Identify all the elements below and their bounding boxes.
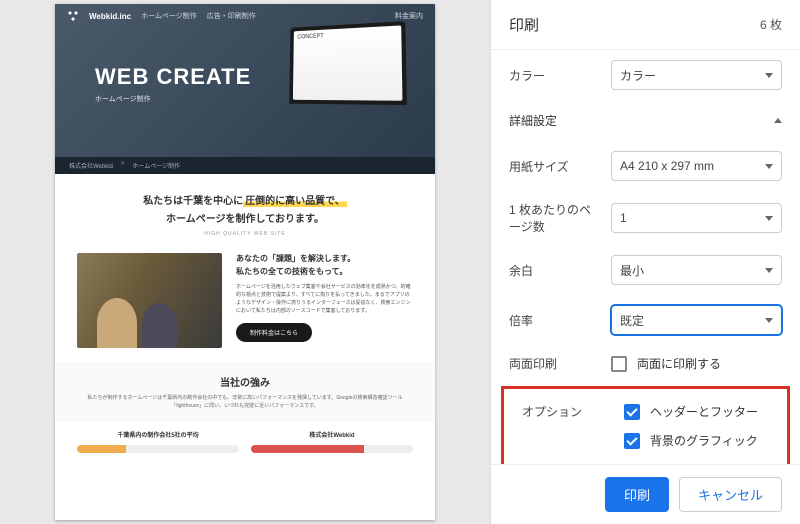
hero-subtitle: ホームページ制作 [95, 94, 251, 104]
select-margin[interactable]: 最小 [611, 255, 782, 285]
checkbox-background-graphics[interactable] [624, 433, 640, 449]
cta-button: 制作料金はこちら [236, 323, 312, 342]
hero-laptop-image: CONCEPT [289, 21, 407, 105]
select-pps[interactable]: 1 [611, 203, 782, 233]
page-count: 6 枚 [760, 16, 782, 33]
feature-section: あなたの「課題」を解決します。 私たちの全ての技術をもって。 ホームページを活用… [55, 247, 435, 362]
compare-bar-b [251, 445, 413, 453]
intro-section: 私たちは千葉を中心に圧倒的に高い品質で、 ホームページを制作しております。 HI… [55, 174, 435, 247]
option-header-footer-label: ヘッダーとフッター [650, 403, 758, 420]
feature-desc: ホームページを活用したウェブ集客や会社サービスの効率化を成熟かつ、的確的な視点と… [236, 283, 413, 315]
checkbox-duplex[interactable] [611, 356, 627, 372]
label-options: オプション [522, 403, 614, 420]
label-duplex: 両面印刷 [509, 355, 601, 372]
chevron-down-icon [765, 164, 773, 169]
feature-heading2: 私たちの全ての技術をもって。 [236, 266, 413, 277]
logo-icon [67, 10, 79, 22]
duplex-option-label: 両面に印刷する [637, 355, 721, 372]
chevron-down-icon [765, 216, 773, 221]
nav-link: ホームページ制作 [141, 11, 197, 21]
hero: Webkid.inc ホームページ制作 広告・印刷制作 料金案内 CONCEPT… [55, 4, 435, 174]
label-pps: 1 枚あたりのページ数 [509, 201, 601, 235]
dialog-title: 印刷 [509, 14, 539, 35]
print-dialog: 印刷 6 枚 カラー カラー 詳細設定 用紙サイズ A4 210 x 297 m… [490, 0, 800, 524]
select-scale[interactable]: 既定 [611, 305, 782, 335]
nav-link: 料金案内 [395, 11, 423, 21]
intro-line2: ホームページを制作しております。 [75, 210, 415, 225]
row-options-bg: 背景のグラフィック [504, 430, 787, 459]
label-scale: 倍率 [509, 312, 601, 329]
intro-line1: 私たちは千葉を中心に圧倒的に高い品質で、 [75, 192, 415, 207]
feature-image [77, 253, 222, 348]
row-scale: 倍率 既定 [491, 295, 800, 345]
cancel-button[interactable]: キャンセル [679, 477, 782, 512]
strength-desc: 私たちが制作するホームページは千葉県内の制作会社の中でも、非常に高いパフォーマン… [75, 394, 415, 410]
feature-heading1: あなたの「課題」を解決します。 [236, 253, 413, 264]
strength-section: 当社の強み 私たちが制作するホームページは千葉県内の制作会社の中でも、非常に高い… [55, 362, 435, 422]
dialog-footer: 印刷 キャンセル [491, 464, 800, 524]
compare-col-b: 株式会社Webkid [251, 430, 413, 453]
print-button[interactable]: 印刷 [605, 477, 669, 512]
dialog-header: 印刷 6 枚 [491, 0, 800, 50]
preview-page: Webkid.inc ホームページ制作 広告・印刷制作 料金案内 CONCEPT… [55, 4, 435, 520]
row-color: カラー カラー [491, 50, 800, 100]
option-background-label: 背景のグラフィック [650, 432, 758, 449]
strength-title: 当社の強み [75, 374, 415, 389]
chevron-down-icon [765, 318, 773, 323]
options-highlight: オプション ヘッダーとフッター 背景のグラフィック [501, 386, 790, 464]
compare-section: 千葉県内の制作会社5社の平均 33.8 株式会社Webkid [55, 422, 435, 461]
nav-link: 広告・印刷制作 [207, 11, 256, 21]
label-paper: 用紙サイズ [509, 158, 601, 175]
chevron-down-icon [765, 73, 773, 78]
chevron-down-icon [765, 268, 773, 273]
intro-tag: HIGH QUALITY WEB SITE [75, 231, 415, 237]
dialog-body: カラー カラー 詳細設定 用紙サイズ A4 210 x 297 mm 1 枚あた… [491, 50, 800, 464]
compare-col-a: 千葉県内の制作会社5社の平均 33.8 [77, 430, 239, 453]
label-margin: 余白 [509, 262, 601, 279]
hero-title: WEB CREATE ホームページ制作 [95, 64, 251, 104]
row-options: オプション ヘッダーとフッター [504, 393, 787, 430]
row-pps: 1 枚あたりのページ数 1 [491, 191, 800, 245]
site-brand: Webkid.inc [89, 12, 131, 21]
row-paper: 用紙サイズ A4 210 x 297 mm [491, 141, 800, 191]
print-preview-area: Webkid.inc ホームページ制作 広告・印刷制作 料金案内 CONCEPT… [0, 0, 490, 524]
select-paper[interactable]: A4 210 x 297 mm [611, 151, 782, 181]
row-margin: 余白 最小 [491, 245, 800, 295]
checkbox-header-footer[interactable] [624, 404, 640, 420]
row-duplex: 両面印刷 両面に印刷する [491, 345, 800, 382]
chevron-up-icon [774, 118, 782, 123]
label-color: カラー [509, 67, 601, 84]
compare-bar-a: 33.8 [77, 445, 239, 453]
breadcrumb: 株式会社Webkid > ホームページ制作 [55, 157, 435, 174]
select-color[interactable]: カラー [611, 60, 782, 90]
feature-text: あなたの「課題」を解決します。 私たちの全ての技術をもって。 ホームページを活用… [236, 253, 413, 348]
hero-heading: WEB CREATE [95, 64, 251, 90]
detail-toggle[interactable]: 詳細設定 [491, 100, 800, 141]
